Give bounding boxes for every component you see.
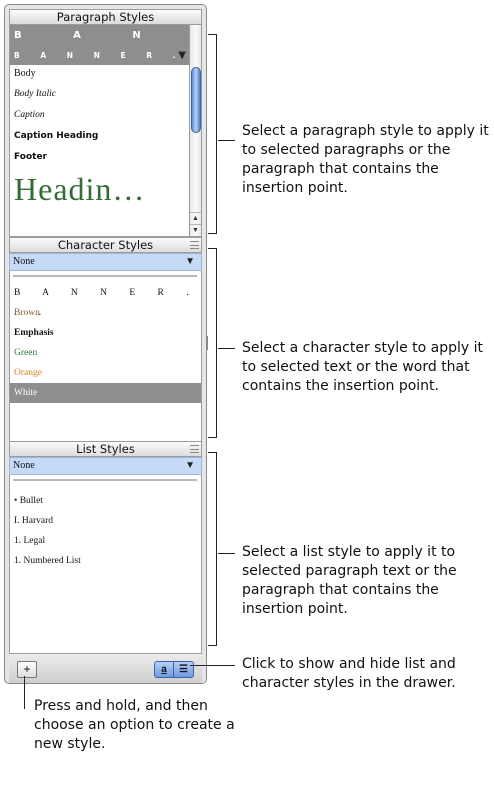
list-callout-leader [218,553,235,554]
character-style-dropdown[interactable]: None ▼ [9,253,202,271]
paragraph-callout-leader [218,140,235,141]
character-style-label: Brown [14,308,40,318]
add-style-callout: Press and hold, and then choose an optio… [34,698,235,752]
character-styles-header[interactable]: Character Styles [9,237,202,253]
resize-grip-icon[interactable] [190,445,199,453]
paragraph-styles-list[interactable]: B A N . . . B A N N E R . . . ▼ Body Bod… [9,25,189,237]
list-styles-list[interactable]: • Bullet I. Harvard 1. Legal 1. Numbered… [9,475,202,653]
paragraph-style-item[interactable]: Footer [10,152,189,162]
plus-icon: + [23,662,31,676]
list-style-dropdown[interactable]: None ▼ [9,457,202,475]
list-style-item[interactable]: 1. Legal [10,531,201,551]
list-styles-callout: Select a list style to apply it to selec… [242,544,457,617]
character-styles-callout: Select a character style to apply it to … [242,340,484,394]
dropdown-triangle-icon: ▼ [185,460,195,471]
paragraph-styles-scrollbar[interactable]: ▲ ▼ [189,25,202,237]
list-style-label: 1. Legal [14,536,46,546]
add-callout-leader [24,676,25,709]
character-style-label: Emphasis [14,328,54,338]
character-style-label: Green [14,348,38,358]
list-callout-bracket [208,452,217,646]
list-style-item[interactable]: • Bullet [10,491,201,511]
scroll-down-arrow-icon[interactable]: ▼ [190,224,201,236]
character-style-selected: None [13,256,35,267]
resize-grip-icon[interactable] [190,241,199,249]
paragraph-style-label: Caption [14,110,45,120]
list-styles-title: List Styles [76,442,135,456]
paragraph-style-item[interactable]: Body Italic [10,89,189,99]
character-styles-toggle-button[interactable]: a [155,662,174,677]
list-style-label: • Bullet [14,496,43,506]
character-style-item[interactable]: Orange [10,363,201,383]
list-style-item[interactable]: 1. Numbered List [10,551,201,571]
scroll-up-arrow-icon[interactable]: ▲ [190,212,201,224]
style-menu-triangle-icon[interactable]: ▼ [178,47,186,65]
list-style-label: 1. Numbered List [14,556,81,566]
character-style-icon: a [161,664,167,675]
drawer-bottom-bar: + a ☰ [9,653,202,683]
character-style-item-selected[interactable]: White [10,383,201,403]
paragraph-style-label: Footer [14,152,47,162]
paragraph-styles-header: Paragraph Styles [9,9,202,25]
paragraph-style-label: Caption Heading [14,131,99,141]
toggle-callout-leader [190,665,235,666]
character-callout-leader [218,348,235,349]
list-divider [13,275,197,277]
toggle-button-callout: Click to show and hide list and characte… [242,656,456,691]
character-style-item[interactable]: Green [10,343,201,363]
character-styles-list[interactable]: B A N N E R . . . Brown Emphasis Green O… [9,271,202,441]
dropdown-triangle-icon: ▼ [185,256,195,267]
paragraph-style-item[interactable]: Headin… [10,171,189,208]
character-styles-title: Character Styles [57,238,154,252]
paragraph-style-item[interactable]: B A N . . . [10,25,189,63]
paragraph-style-item[interactable]: Caption [10,110,189,120]
character-style-item[interactable]: B A N N E R . . . [10,283,201,318]
list-styles-header[interactable]: List Styles [9,441,202,457]
paragraph-styles-callout: Select a paragraph style to apply it to … [242,123,489,196]
list-style-label: I. Harvard [14,516,54,526]
list-divider [13,479,197,481]
character-style-item[interactable]: Emphasis [10,323,201,343]
add-style-button[interactable]: + [17,661,37,678]
character-style-label: White [14,388,38,398]
list-style-selected: None [13,460,35,471]
list-style-item[interactable]: I. Harvard [10,511,201,531]
style-visibility-toggle-group: a ☰ [154,661,194,678]
paragraph-styles-title: Paragraph Styles [56,10,155,24]
paragraph-style-item[interactable]: Caption Heading [10,131,189,141]
character-callout-bracket [208,248,217,438]
paragraph-style-label: Body [14,68,36,79]
character-style-item[interactable]: Brown [10,303,201,323]
paragraph-style-item[interactable]: B A N N E R . . . ▼ [10,47,189,78]
character-style-label: Orange [14,368,42,378]
paragraph-style-label: Body Italic [14,89,56,99]
styles-drawer: Paragraph Styles B A N . . . B A N N E R… [4,4,207,684]
paragraph-style-item[interactable]: Body [10,68,189,79]
paragraph-callout-bracket [208,34,217,234]
list-style-icon: ☰ [179,664,188,675]
paragraph-style-label: Headin… [14,171,146,207]
scrollbar-thumb[interactable] [191,67,201,133]
